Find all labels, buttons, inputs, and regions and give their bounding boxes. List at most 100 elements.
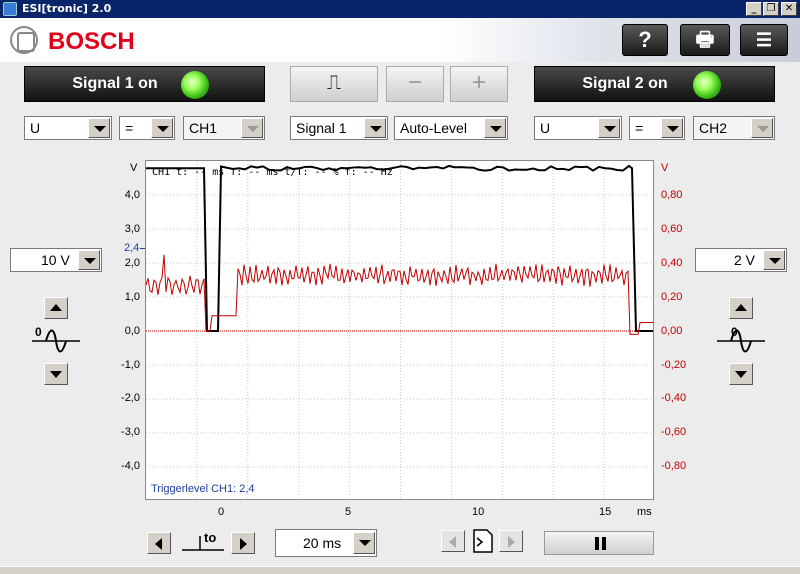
chevron-down-icon[interactable] [763, 250, 785, 270]
chevron-down-icon [241, 118, 263, 138]
chevron-down-icon [751, 118, 773, 138]
ch2-range-value: 2 V [734, 252, 755, 268]
timebase-select[interactable]: 20 ms [275, 529, 377, 557]
measurement-readout: CH1 t: -- ms T: -- ms t/T: -- % f: -- Hz [152, 167, 393, 178]
chevron-down-icon[interactable] [353, 532, 375, 554]
ch1-coupling-value: = [125, 120, 133, 136]
ch2-coupling-select[interactable]: = [629, 116, 685, 140]
plus-icon: + [472, 69, 486, 96]
brand-name: BOSCH [48, 28, 135, 56]
trigger-source-value: Signal 1 [296, 120, 347, 136]
trigger-source-select[interactable]: Signal 1 [290, 116, 388, 140]
chevron-down-icon[interactable] [598, 118, 620, 138]
ch2-coupling-value: = [635, 120, 643, 136]
bosch-logo-icon [10, 26, 38, 54]
left-tick-label: 3,0 [125, 223, 140, 235]
ch1-offset-up-button[interactable] [44, 297, 68, 319]
left-tick-label: 4,0 [125, 189, 140, 201]
trigger-minus-button[interactable]: − [386, 66, 444, 102]
left-tick-label: -3,0 [121, 426, 140, 438]
timebase-left-button[interactable] [147, 532, 171, 554]
ch2-offset-icon: 0 [717, 322, 767, 358]
right-tick-label: -0,80 [661, 460, 686, 472]
x-tick-label: 5 [345, 506, 351, 518]
status-strip [0, 566, 800, 574]
svg-text:0: 0 [35, 325, 42, 339]
page-forward-button[interactable] [499, 530, 523, 552]
help-button[interactable]: ? [622, 24, 668, 56]
restore-button[interactable]: ❐ [763, 2, 779, 16]
right-tick-label: 0,00 [661, 325, 682, 337]
right-axis-unit: V [661, 162, 668, 174]
right-tick-label: 0,60 [661, 223, 682, 235]
ch1-channel-value: CH1 [189, 120, 217, 136]
signal-1-led-icon [181, 71, 209, 99]
minus-icon: − [408, 69, 422, 96]
chevron-down-icon[interactable] [484, 118, 506, 138]
signal-2-led-icon [693, 71, 721, 99]
ch1-offset-icon: 0 [32, 322, 82, 358]
close-button[interactable]: ✕ [781, 2, 797, 16]
left-tick-label: 2,0 [125, 257, 140, 269]
export-icon: ☰ [756, 30, 772, 50]
trigger-level-marker: 2,4 [124, 242, 139, 254]
timebase-right-button[interactable] [231, 532, 255, 554]
right-tick-label: -0,20 [661, 359, 686, 371]
signal-1-toggle[interactable]: Signal 1 on [24, 66, 265, 102]
right-tick-label: -0,40 [661, 392, 686, 404]
signal-1-label: Signal 1 on [25, 75, 205, 93]
trigger-edge-button[interactable]: ⎍ [290, 66, 378, 102]
print-button[interactable]: 🖶 [680, 24, 730, 56]
x-tick-label: 10 [472, 506, 484, 518]
ch1-offset-down-button[interactable] [44, 363, 68, 385]
left-tick-label: 1,0 [125, 291, 140, 303]
scope-waveforms [146, 161, 654, 500]
trigger-position-label: to [204, 530, 216, 545]
ch1-quantity-value: U [30, 120, 40, 136]
minimize-button[interactable]: _ [746, 2, 762, 16]
chevron-down-icon[interactable] [88, 118, 110, 138]
left-tick-label: 0,0 [125, 325, 140, 337]
trigger-plus-button[interactable]: + [450, 66, 508, 102]
ch1-coupling-select[interactable]: = [119, 116, 175, 140]
printer-icon: 🖶 [696, 29, 715, 51]
trigger-edge-icon: ⎍ [327, 72, 341, 94]
ch1-range-value: 10 V [41, 252, 70, 268]
x-tick-label: 15 [599, 506, 611, 518]
pause-icon [595, 537, 599, 550]
signal-2-label: Signal 2 on [535, 75, 715, 93]
trigger-mode-select[interactable]: Auto-Level [394, 116, 508, 140]
ch2-offset-down-button[interactable] [729, 363, 753, 385]
window-title: ESI[tronic] 2.0 [22, 2, 111, 15]
ch2-quantity-select[interactable]: U [534, 116, 622, 140]
ch1-range-select[interactable]: 10 V [10, 248, 102, 272]
export-button[interactable]: ☰ [740, 24, 788, 56]
chevron-down-icon[interactable] [661, 118, 683, 138]
right-tick-label: 0,80 [661, 189, 682, 201]
left-axis-unit: V [130, 162, 137, 174]
chevron-down-icon[interactable] [364, 118, 386, 138]
right-tick-label: 0,20 [661, 291, 682, 303]
left-tick-label: -2,0 [121, 392, 140, 404]
ch1-quantity-select[interactable]: U [24, 116, 112, 140]
ch2-range-select[interactable]: 2 V [695, 248, 787, 272]
ch1-channel-select: CH1 [183, 116, 265, 140]
chevron-down-icon[interactable] [151, 118, 173, 138]
page-icon [469, 526, 497, 556]
pause-button[interactable] [544, 531, 654, 555]
timebase-value: 20 ms [303, 535, 341, 551]
ch2-quantity-value: U [540, 120, 550, 136]
page-back-button[interactable] [441, 530, 465, 552]
right-tick-label: -0,60 [661, 426, 686, 438]
ch2-channel-select: CH2 [693, 116, 775, 140]
trigger-level-text: Triggerlevel CH1: 2,4 [151, 483, 255, 495]
app-header: BOSCH ? 🖶 ☰ [0, 18, 800, 62]
left-tick-label: -4,0 [121, 460, 140, 472]
oscilloscope-display[interactable]: CH1 t: -- ms T: -- ms t/T: -- % f: -- Hz… [145, 160, 654, 500]
chevron-down-icon[interactable] [78, 250, 100, 270]
right-tick-label: 0,40 [661, 257, 682, 269]
signal-2-toggle[interactable]: Signal 2 on [534, 66, 775, 102]
x-tick-label: 0 [218, 506, 224, 518]
app-icon [3, 2, 17, 16]
ch2-offset-up-button[interactable] [729, 297, 753, 319]
